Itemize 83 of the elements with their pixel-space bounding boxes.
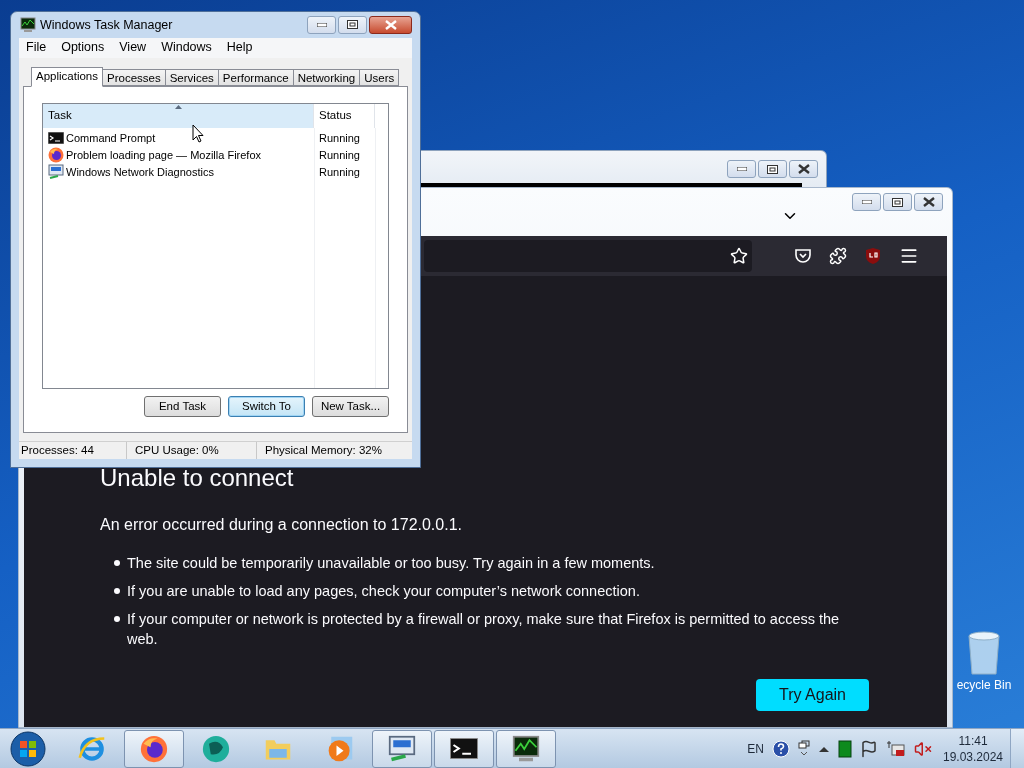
bullet-text: If you are unable to load any pages, check your computer’s network connection. [127, 582, 640, 601]
language-indicator[interactable]: EN [747, 739, 764, 758]
console-icon [48, 132, 64, 145]
maximize-icon [892, 197, 903, 207]
dialog-button[interactable]: End Task [144, 395, 221, 417]
dialog-button[interactable]: New Task... [312, 395, 389, 417]
task-status: Running [318, 148, 360, 163]
menu-icon[interactable] [899, 246, 919, 266]
bullet-icon [114, 560, 120, 566]
pocket-icon[interactable] [794, 247, 812, 265]
internet-explorer-icon [78, 734, 106, 763]
maximize-button[interactable] [338, 15, 367, 34]
column-header[interactable]: Task [43, 103, 314, 128]
status-text: Processes: 44 [20, 442, 95, 458]
tab[interactable]: Users [359, 68, 400, 86]
flag-icon[interactable] [860, 739, 878, 758]
clock-date: 19.03.2024 [942, 748, 1004, 765]
close-button[interactable] [789, 160, 818, 178]
bullet-icon [114, 588, 120, 594]
sort-arrow-icon [175, 104, 182, 109]
try-again-button[interactable]: Try Again [756, 679, 869, 711]
error-heading: Unable to connect [100, 463, 295, 493]
extensions-icon[interactable] [829, 247, 847, 265]
minimize-icon [861, 200, 872, 204]
media-player-icon [326, 734, 354, 763]
task-name[interactable]: Command Prompt [66, 130, 156, 147]
muted-speaker-icon[interactable] [914, 739, 932, 758]
minimize-icon [736, 167, 747, 171]
task-manager-icon [20, 16, 36, 33]
start-button[interactable] [8, 728, 48, 768]
desktop-icon-label: ecycle Bin [956, 677, 1012, 694]
show-hidden-icons-icon[interactable] [818, 744, 830, 753]
menu-item[interactable]: Options [54, 38, 112, 58]
dialog-button[interactable]: Switch To [228, 395, 305, 417]
swirl-app-icon [202, 734, 230, 763]
taskbar-button[interactable] [496, 729, 556, 768]
firefox-icon [48, 147, 64, 164]
status-text: Physical Memory: 32% [256, 441, 382, 459]
status-text: CPU Usage: 0% [126, 441, 256, 459]
close-button[interactable] [369, 15, 412, 34]
menu-item[interactable]: Help [219, 38, 260, 58]
close-icon [384, 19, 397, 30]
network-diagnostics-icon [388, 734, 416, 763]
tab[interactable]: Processes [102, 68, 166, 86]
menu-item[interactable]: View [112, 38, 154, 58]
close-icon [922, 197, 935, 207]
maximize-button[interactable] [758, 160, 787, 178]
firefox-icon [140, 734, 168, 763]
tab[interactable]: Applications [31, 66, 103, 87]
console-icon [450, 738, 478, 759]
clock-time: 11:41 [958, 732, 988, 749]
tab[interactable]: Networking [292, 68, 361, 86]
task-manager-icon [512, 734, 540, 763]
bookmark-star-icon[interactable] [730, 247, 748, 265]
bullet-text: If your computer or network is protected by a firewall or proxy, make sure that Firefox is permitted to access the web. [127, 610, 841, 649]
recycle-bin-icon[interactable] [966, 630, 1002, 676]
taskbar-button[interactable] [124, 729, 184, 768]
cursor-icon [192, 124, 204, 143]
bullet-icon [114, 616, 120, 622]
task-name[interactable]: Windows Network Diagnostics [66, 164, 214, 181]
shield-icon[interactable] [864, 247, 882, 265]
network-icon[interactable] [886, 739, 906, 758]
maximize-icon [767, 164, 778, 174]
task-status: Running [318, 131, 360, 146]
maximize-button[interactable] [883, 193, 912, 211]
help-icon[interactable] [772, 739, 790, 758]
close-icon [797, 164, 810, 174]
bullet-text: The site could be temporarily unavailable or too busy. Try again in a few moments. [127, 554, 655, 573]
maximize-icon [347, 20, 358, 30]
minimize-icon [316, 22, 327, 27]
error-message: An error occurred during a connection to 172.0.0.1. [100, 515, 463, 535]
taskbar-button[interactable] [434, 729, 494, 768]
column-header[interactable]: Status [314, 103, 375, 128]
window-title: Windows Task Manager [40, 16, 173, 34]
task-name[interactable]: Problem loading page — Mozilla Firefox [66, 147, 262, 164]
menu-item[interactable]: File [19, 38, 54, 58]
tab[interactable]: Performance [217, 68, 294, 86]
network-diagnostics-icon [48, 164, 64, 181]
tab[interactable]: Services [164, 68, 219, 86]
clock[interactable]: 11:41 19.03.2024 [940, 732, 1006, 765]
menu-item[interactable]: Windows [154, 38, 219, 58]
close-button[interactable] [914, 193, 943, 211]
task-status: Running [318, 165, 360, 180]
